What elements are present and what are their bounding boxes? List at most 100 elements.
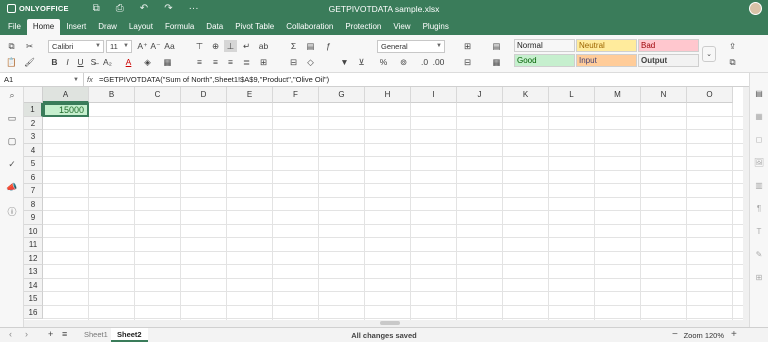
row-header-14[interactable]: 14 <box>24 278 43 292</box>
decrease-decimal-icon[interactable]: .0 <box>418 56 431 68</box>
merge-cells-icon[interactable]: ⊞ <box>257 56 270 68</box>
paragraph-settings-icon[interactable]: ¶ <box>753 204 765 216</box>
italic-icon[interactable]: I <box>61 56 74 68</box>
undo-icon[interactable]: ↶ <box>140 3 148 14</box>
feedback-icon[interactable]: 📣 <box>6 182 18 194</box>
row-header-10[interactable]: 10 <box>24 224 43 238</box>
align-right-icon[interactable]: ≡ <box>224 56 237 68</box>
more-icon[interactable]: ··· <box>189 3 199 14</box>
shape-settings-icon[interactable]: ◻ <box>753 135 765 147</box>
paste-special-icon[interactable]: ⧉ <box>726 56 739 68</box>
formula-input[interactable]: =GETPIVOTDATA("Sum of North",Sheet1!$A$9… <box>97 75 329 84</box>
sheet-tab-sheet2[interactable]: Sheet2 <box>111 328 148 342</box>
insert-cells-icon[interactable]: ⊞ <box>461 40 474 52</box>
column-header-e[interactable]: E <box>227 87 273 103</box>
row-header-4[interactable]: 4 <box>24 143 43 157</box>
pivot-settings-icon[interactable]: ⊞ <box>753 273 765 285</box>
accounting-icon[interactable]: ⊚ <box>397 56 410 68</box>
comments-icon[interactable]: ▭ <box>6 113 18 125</box>
insert-function-icon[interactable]: ƒ <box>322 40 335 52</box>
conditional-format-icon[interactable]: ▤ <box>490 40 503 52</box>
cell-a1[interactable]: 15000 <box>43 103 89 117</box>
column-header-o[interactable]: O <box>687 87 733 103</box>
clear-filter-icon[interactable]: ⊻ <box>355 56 368 68</box>
tab-file[interactable]: File <box>2 19 27 35</box>
name-box[interactable]: A1 ▼ <box>0 72 84 87</box>
column-header-i[interactable]: I <box>411 87 457 103</box>
named-ranges-icon[interactable]: ▤ <box>304 40 317 52</box>
tab-plugins[interactable]: Plugins <box>417 19 455 35</box>
chat-icon[interactable]: ▢ <box>6 136 18 148</box>
strikethrough-icon[interactable]: S̶ <box>87 56 100 68</box>
scroll-first-sheet-icon[interactable]: ‹ <box>9 329 12 339</box>
about-icon[interactable]: ⓘ <box>6 205 18 217</box>
vertical-scrollbar[interactable] <box>743 87 749 320</box>
tab-home[interactable]: Home <box>26 19 61 35</box>
row-header-13[interactable]: 13 <box>24 265 43 279</box>
column-header-m[interactable]: M <box>595 87 641 103</box>
style-input[interactable]: Input <box>576 54 637 67</box>
column-header-h[interactable]: H <box>365 87 411 103</box>
tab-view[interactable]: View <box>387 19 416 35</box>
row-header-15[interactable]: 15 <box>24 292 43 306</box>
font-size-select[interactable]: 11 ▼ <box>106 40 132 53</box>
align-left-icon[interactable]: ≡ <box>193 56 206 68</box>
column-header-b[interactable]: B <box>89 87 135 103</box>
scroll-last-sheet-icon[interactable]: › <box>25 329 28 339</box>
tab-insert[interactable]: Insert <box>60 19 92 35</box>
change-case-icon[interactable]: Aa <box>163 40 176 52</box>
decrease-font-icon[interactable]: A⁻ <box>149 40 162 52</box>
row-header-8[interactable]: 8 <box>24 197 43 211</box>
image-settings-icon[interactable]: 🖼 <box>753 158 765 170</box>
search-icon[interactable]: ⌕ <box>6 90 18 102</box>
tab-data[interactable]: Data <box>200 19 229 35</box>
row-header-3[interactable]: 3 <box>24 130 43 144</box>
font-name-select[interactable]: Calibri ▼ <box>48 40 104 53</box>
justify-icon[interactable]: ≣ <box>240 56 253 68</box>
row-header-2[interactable]: 2 <box>24 116 43 130</box>
percent-icon[interactable]: % <box>377 56 390 68</box>
filter-icon[interactable]: ▼ <box>338 56 351 68</box>
align-top-icon[interactable]: ⊤ <box>193 40 206 52</box>
font-color-icon[interactable]: A <box>122 56 135 68</box>
style-bad[interactable]: Bad <box>638 39 699 52</box>
styles-expand-icon[interactable]: ⌄ <box>702 46 716 62</box>
clear-icon[interactable]: ◇ <box>304 56 317 68</box>
style-neutral[interactable]: Neutral <box>576 39 637 52</box>
row-header-12[interactable]: 12 <box>24 251 43 265</box>
tab-draw[interactable]: Draw <box>92 19 123 35</box>
table-settings-icon[interactable]: ▦ <box>753 112 765 124</box>
zoom-out-icon[interactable]: − <box>672 329 678 340</box>
orientation-icon[interactable]: ab <box>257 40 270 52</box>
bold-icon[interactable]: B <box>48 56 61 68</box>
format-as-table-icon[interactable]: ▦ <box>490 56 503 68</box>
sheet-tab-sheet1[interactable]: Sheet1 <box>78 328 114 342</box>
horizontal-scrollbar[interactable] <box>24 320 749 327</box>
tab-protection[interactable]: Protection <box>339 19 387 35</box>
row-header-11[interactable]: 11 <box>24 238 43 252</box>
user-avatar[interactable] <box>749 2 762 15</box>
sheet-list-icon[interactable]: ≡ <box>62 329 67 339</box>
copy-style-icon[interactable]: 🖌 <box>23 56 36 68</box>
wrap-text-icon[interactable]: ↵ <box>240 40 253 52</box>
chart-settings-icon[interactable]: ▥ <box>753 181 765 193</box>
cell-settings-icon[interactable]: ▤ <box>753 89 765 101</box>
subscript-icon[interactable]: A₂ <box>101 56 114 68</box>
column-header-g[interactable]: G <box>319 87 365 103</box>
row-header-5[interactable]: 5 <box>24 157 43 171</box>
autosum-icon[interactable]: Σ <box>287 40 300 52</box>
row-header-9[interactable]: 9 <box>24 211 43 225</box>
paste-icon[interactable]: 📋 <box>5 56 18 68</box>
zoom-in-icon[interactable]: + <box>731 329 737 340</box>
tab-layout[interactable]: Layout <box>123 19 159 35</box>
print-icon[interactable]: ⎙ <box>116 3 124 14</box>
spreadsheet-grid[interactable]: A B C D E F G H I J K L M N O 1 2 3 4 5 6 7 8 9 10 11 12 13 14 15 16 15… <box>24 87 743 320</box>
column-header-c[interactable]: C <box>135 87 181 103</box>
borders-icon[interactable]: ▦ <box>161 56 174 68</box>
increase-font-icon[interactable]: A⁺ <box>136 40 149 52</box>
column-header-l[interactable]: L <box>549 87 595 103</box>
row-header-1[interactable]: 1 <box>24 103 43 117</box>
tab-formula[interactable]: Formula <box>159 19 200 35</box>
column-header-n[interactable]: N <box>641 87 687 103</box>
share-icon[interactable]: ⇪ <box>726 40 739 52</box>
